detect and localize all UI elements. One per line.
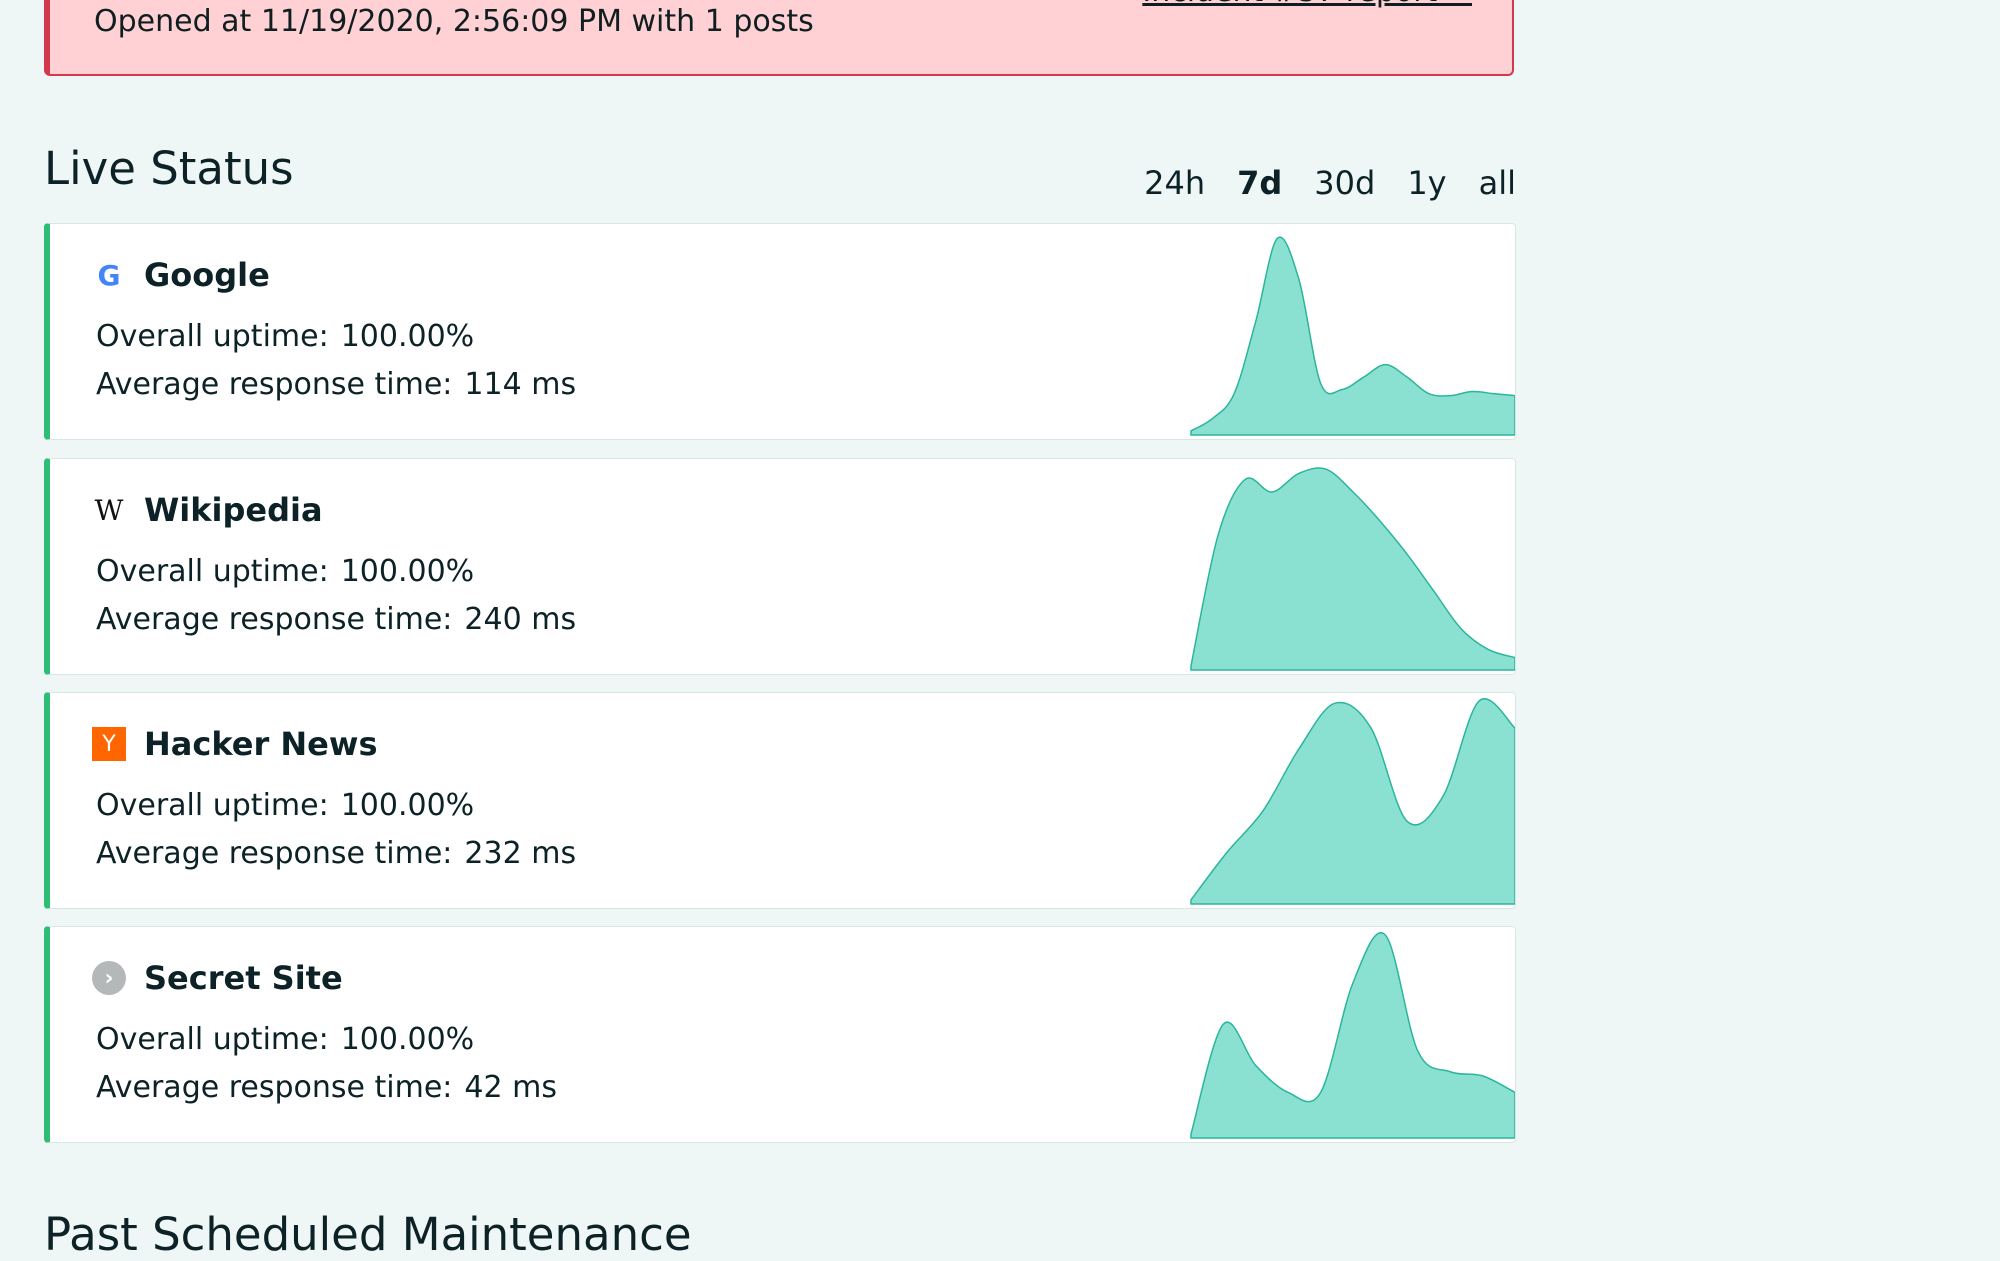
response-time-value: 232 ms xyxy=(464,836,577,871)
uptime-label: Overall uptime: xyxy=(96,788,329,823)
response-time-label: Average response time: xyxy=(96,1070,453,1105)
status-page: Opened at 11/19/2020, 2:56:09 PM with 1 … xyxy=(0,0,2000,1261)
sparkline-area xyxy=(1190,467,1515,671)
google-icon: G xyxy=(97,258,121,292)
site-card-header: W Wikipedia xyxy=(92,491,323,529)
hacker-news-icon: Y xyxy=(92,727,126,761)
live-status-title: Live Status xyxy=(44,142,294,195)
response-time-label: Average response time: xyxy=(96,836,453,871)
incident-opened-text: Opened at 11/19/2020, 2:56:09 PM with 1 … xyxy=(94,4,814,39)
uptime-value: 100.00% xyxy=(340,319,475,354)
site-card-secret-site[interactable]: › Secret Site Overall uptime: 100.00% Ave… xyxy=(44,926,1516,1143)
range-24h[interactable]: 24h xyxy=(1144,164,1205,202)
site-card-wikipedia[interactable]: W Wikipedia Overall uptime: 100.00% Avera… xyxy=(44,458,1516,675)
secret-site-icon: › xyxy=(92,961,126,995)
incident-banner: Opened at 11/19/2020, 2:56:09 PM with 1 … xyxy=(44,0,1514,76)
site-card-header: › Secret Site xyxy=(92,959,343,997)
uptime-stat: Overall uptime: 100.00% xyxy=(96,554,474,589)
past-maintenance-title: Past Scheduled Maintenance xyxy=(44,1208,692,1261)
sparkline-area xyxy=(1190,698,1515,905)
site-card-hacker-news[interactable]: Y Hacker News Overall uptime: 100.00% Ave… xyxy=(44,692,1516,909)
site-name: Secret Site xyxy=(144,959,343,997)
time-range-selector: 24h 7d 30d 1y all xyxy=(1144,164,1516,202)
response-time-stat: Average response time: 232 ms xyxy=(96,836,576,871)
range-all[interactable]: all xyxy=(1479,164,1516,202)
uptime-label: Overall uptime: xyxy=(96,554,329,589)
uptime-value: 100.00% xyxy=(340,1022,475,1057)
site-card-google[interactable]: G Google Overall uptime: 100.00% Average … xyxy=(44,223,1516,440)
uptime-label: Overall uptime: xyxy=(96,319,329,354)
sparkline-area xyxy=(1190,932,1515,1139)
wikipedia-icon: W xyxy=(94,493,124,527)
response-time-value: 240 ms xyxy=(464,602,577,637)
response-time-label: Average response time: xyxy=(96,367,453,402)
range-1y[interactable]: 1y xyxy=(1407,164,1446,202)
response-time-stat: Average response time: 240 ms xyxy=(96,602,576,637)
response-time-sparkline xyxy=(1190,932,1515,1139)
response-time-value: 114 ms xyxy=(464,367,577,402)
uptime-value: 100.00% xyxy=(340,554,475,589)
response-time-value: 42 ms xyxy=(464,1070,557,1105)
range-7d[interactable]: 7d xyxy=(1237,164,1282,202)
response-time-stat: Average response time: 114 ms xyxy=(96,367,576,402)
range-30d[interactable]: 30d xyxy=(1314,164,1375,202)
site-name: Google xyxy=(144,256,270,294)
site-card-header: G Google xyxy=(92,256,270,294)
response-time-sparkline xyxy=(1190,467,1515,671)
response-time-sparkline xyxy=(1190,698,1515,905)
sparkline-area xyxy=(1190,236,1515,436)
incident-report-link[interactable]: Incident #57 report → xyxy=(1142,0,1472,9)
uptime-value: 100.00% xyxy=(340,788,475,823)
uptime-stat: Overall uptime: 100.00% xyxy=(96,1022,474,1057)
site-name: Wikipedia xyxy=(144,491,323,529)
site-name: Hacker News xyxy=(144,725,378,763)
site-card-header: Y Hacker News xyxy=(92,725,377,763)
uptime-stat: Overall uptime: 100.00% xyxy=(96,319,474,354)
response-time-sparkline xyxy=(1190,236,1515,436)
response-time-stat: Average response time: 42 ms xyxy=(96,1070,557,1105)
response-time-label: Average response time: xyxy=(96,602,453,637)
uptime-stat: Overall uptime: 100.00% xyxy=(96,788,474,823)
uptime-label: Overall uptime: xyxy=(96,1022,329,1057)
